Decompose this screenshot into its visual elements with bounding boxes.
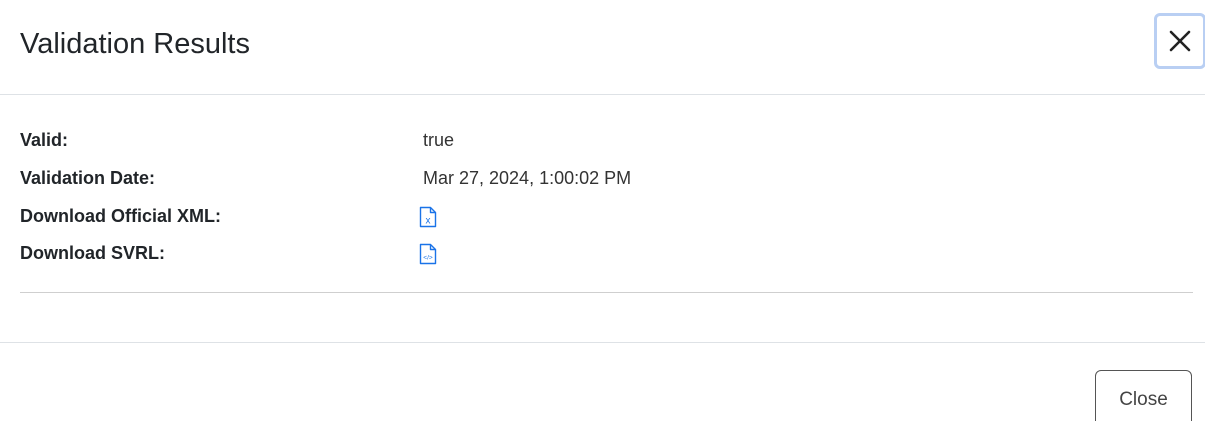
valid-value: true bbox=[423, 130, 455, 150]
valid-label: Valid: bbox=[20, 130, 69, 150]
body-divider bbox=[20, 292, 1193, 293]
xml-file-glyph: x bbox=[426, 216, 431, 227]
xml-file-icon[interactable]: x bbox=[418, 206, 438, 228]
modal-title: Validation Results bbox=[20, 28, 250, 60]
validation-date-value: Mar 27, 2024, 1:00:02 PM bbox=[423, 168, 632, 188]
result-row-download-xml: Download Official XML: x bbox=[20, 204, 920, 228]
code-file-icon[interactable]: </> bbox=[418, 243, 438, 265]
result-row-valid: Valid: true bbox=[20, 128, 920, 152]
download-xml-label: Download Official XML: bbox=[20, 206, 221, 226]
close-button[interactable]: Close bbox=[1095, 370, 1192, 421]
modal-body: Valid: true Validation Date: Mar 27, 202… bbox=[0, 95, 1205, 343]
download-svrl-label: Download SVRL: bbox=[20, 243, 165, 263]
validation-results-modal: Validation Results Valid: true Validatio… bbox=[0, 0, 1205, 421]
result-row-validation-date: Validation Date: Mar 27, 2024, 1:00:02 P… bbox=[20, 166, 920, 190]
code-file-glyph: </> bbox=[423, 255, 433, 262]
close-x-icon bbox=[1169, 30, 1191, 52]
modal-header: Validation Results bbox=[0, 0, 1205, 95]
modal-close-x-button[interactable] bbox=[1154, 13, 1205, 69]
validation-date-label: Validation Date: bbox=[20, 168, 156, 188]
result-row-download-svrl: Download SVRL: </> bbox=[20, 241, 920, 265]
